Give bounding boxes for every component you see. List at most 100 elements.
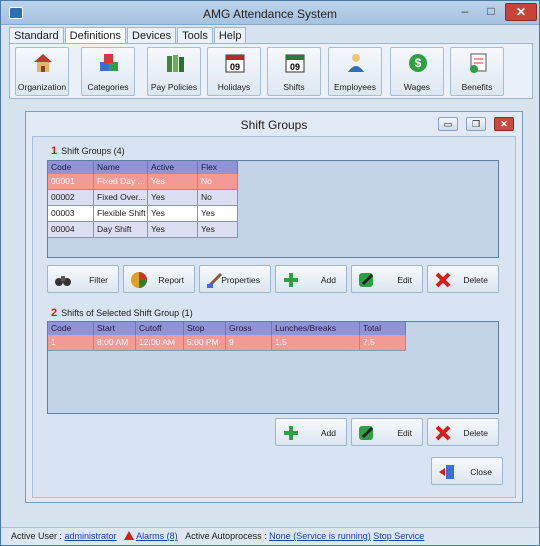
table-cell: 1.5 <box>272 335 360 351</box>
person-icon <box>348 54 364 72</box>
calendar-icon: 09 <box>285 54 305 73</box>
column-header[interactable]: Gross <box>226 322 272 335</box>
column-header[interactable]: Name <box>94 161 148 174</box>
button-label: Delete <box>463 428 488 438</box>
delete-group-button[interactable]: Delete <box>427 265 499 293</box>
table-cell: 8:00 AM <box>94 335 136 351</box>
column-header[interactable]: Total <box>360 322 406 335</box>
ribbon-label: Employees <box>333 82 377 92</box>
menu-help[interactable]: Help <box>213 27 247 44</box>
button-label: Add <box>320 275 336 285</box>
wages-button[interactable]: $ Wages <box>390 47 444 96</box>
edit-shift-button[interactable]: Edit <box>351 418 423 446</box>
menu-tools[interactable]: Tools <box>177 27 213 44</box>
plus-icon <box>284 426 298 440</box>
column-header[interactable]: Active <box>148 161 198 174</box>
menu-devices[interactable]: Devices <box>127 27 177 44</box>
menu-standard[interactable]: Standard <box>9 27 64 44</box>
main-window: AMG Attendance System – □ ✕ Standard Def… <box>0 0 540 546</box>
shift-groups-window: Shift Groups ▭ ❐ ✕ 1 Shift Groups (4) Cod… <box>25 111 523 503</box>
table-cell: Yes <box>198 206 238 222</box>
button-label: Edit <box>397 275 412 285</box>
shifts-button[interactable]: 09 Shifts <box>267 47 321 96</box>
binoculars-icon <box>55 276 71 286</box>
properties-button[interactable]: Properties <box>199 265 271 293</box>
shift-groups-title: Shift Groups (4) <box>61 146 125 156</box>
autoprocess-status-link[interactable]: None (Service is running) <box>269 531 371 541</box>
calendar-icon: 09 <box>225 54 245 73</box>
delete-shift-button[interactable]: Delete <box>427 418 499 446</box>
shifts-heading: 2 Shifts of Selected Shift Group (1) <box>51 307 193 319</box>
ribbon-label: Wages <box>403 82 431 92</box>
menu-definitions[interactable]: Definitions <box>64 27 127 44</box>
ribbon-label: Benefits <box>461 82 493 92</box>
edit-icon <box>359 273 374 287</box>
table-cell: Flexible Shift <box>94 206 148 222</box>
table-cell: Yes <box>148 174 198 190</box>
active-user-label: Active User : <box>11 531 63 541</box>
column-header[interactable]: Code <box>48 322 94 335</box>
stop-service-link[interactable]: Stop Service <box>373 531 424 541</box>
employees-button[interactable]: Employees <box>328 47 382 96</box>
column-header[interactable]: Code <box>48 161 94 174</box>
calendar-number: 09 <box>290 62 300 72</box>
shifts-grid[interactable]: Code Start Cutoff Stop Gross Lunches/Bre… <box>47 321 499 414</box>
column-header[interactable]: Start <box>94 322 136 335</box>
table-cell: 1 <box>48 335 94 351</box>
alarms-link[interactable]: Alarms (8) <box>136 531 178 541</box>
plus-icon <box>284 273 298 287</box>
edit-group-button[interactable]: Edit <box>351 265 423 293</box>
ribbon-label: Organization <box>17 82 67 92</box>
books-icon <box>167 55 184 72</box>
add-shift-button[interactable]: Add <box>275 418 347 446</box>
child-close-button[interactable]: ✕ <box>494 117 514 131</box>
edit-icon <box>359 426 374 440</box>
column-header[interactable]: Flex <box>198 161 238 174</box>
categories-button[interactable]: Categories <box>81 47 135 96</box>
close-button[interactable]: Close <box>431 457 503 485</box>
calendar-number: 09 <box>230 62 240 72</box>
child-content: 1 Shift Groups (4) Code Name Active Flex … <box>32 136 516 498</box>
report-button[interactable]: Report <box>123 265 195 293</box>
table-cell: 9 <box>226 335 272 351</box>
column-header[interactable]: Stop <box>184 322 226 335</box>
minimize-button[interactable]: – <box>453 3 477 21</box>
table-cell: Fixed Over... <box>94 190 148 206</box>
button-label: Close <box>470 467 492 477</box>
shift-groups-heading: 1 Shift Groups (4) <box>51 145 125 157</box>
column-header[interactable]: Lunches/Breaks <box>272 322 360 335</box>
ribbon: Organization Categories Pay Policies 09 … <box>9 43 533 99</box>
pay-policies-button[interactable]: Pay Policies <box>147 47 201 96</box>
child-restore-button[interactable]: ❐ <box>466 117 486 131</box>
table-cell: Fixed Day ... <box>94 174 148 190</box>
table-cell: 5:00 PM <box>184 335 226 351</box>
benefits-button[interactable]: Benefits <box>450 47 504 96</box>
table-cell: 12:00 AM <box>136 335 184 351</box>
child-minimize-button[interactable]: ▭ <box>438 117 458 131</box>
exit-door-icon <box>439 465 454 479</box>
add-group-button[interactable]: Add <box>275 265 347 293</box>
section-number: 2 <box>51 307 58 319</box>
column-header[interactable]: Cutoff <box>136 322 184 335</box>
cubes-icon <box>100 54 118 71</box>
section-number: 1 <box>51 145 58 157</box>
table-cell: No <box>198 174 238 190</box>
shift-groups-grid[interactable]: Code Name Active Flex 00001 Fixed Day ..… <box>47 160 499 258</box>
delete-icon <box>435 425 451 441</box>
organization-button[interactable]: Organization <box>15 47 69 96</box>
table-cell: 00003 <box>48 206 94 222</box>
table-cell: Yes <box>148 190 198 206</box>
ribbon-label: Categories <box>87 82 129 92</box>
filter-button[interactable]: Filter <box>47 265 119 293</box>
button-label: Report <box>158 275 184 285</box>
title-bar[interactable]: AMG Attendance System – □ ✕ <box>1 1 539 25</box>
maximize-button[interactable]: □ <box>479 3 503 21</box>
holidays-button[interactable]: 09 Holidays <box>207 47 261 96</box>
alarm-icon <box>124 531 135 540</box>
close-window-button[interactable]: ✕ <box>505 3 537 21</box>
button-label: Filter <box>89 275 108 285</box>
button-label: Edit <box>397 428 412 438</box>
active-user-link[interactable]: administrator <box>65 531 117 541</box>
table-cell: Day Shift <box>94 222 148 238</box>
pie-chart-icon <box>131 272 147 288</box>
